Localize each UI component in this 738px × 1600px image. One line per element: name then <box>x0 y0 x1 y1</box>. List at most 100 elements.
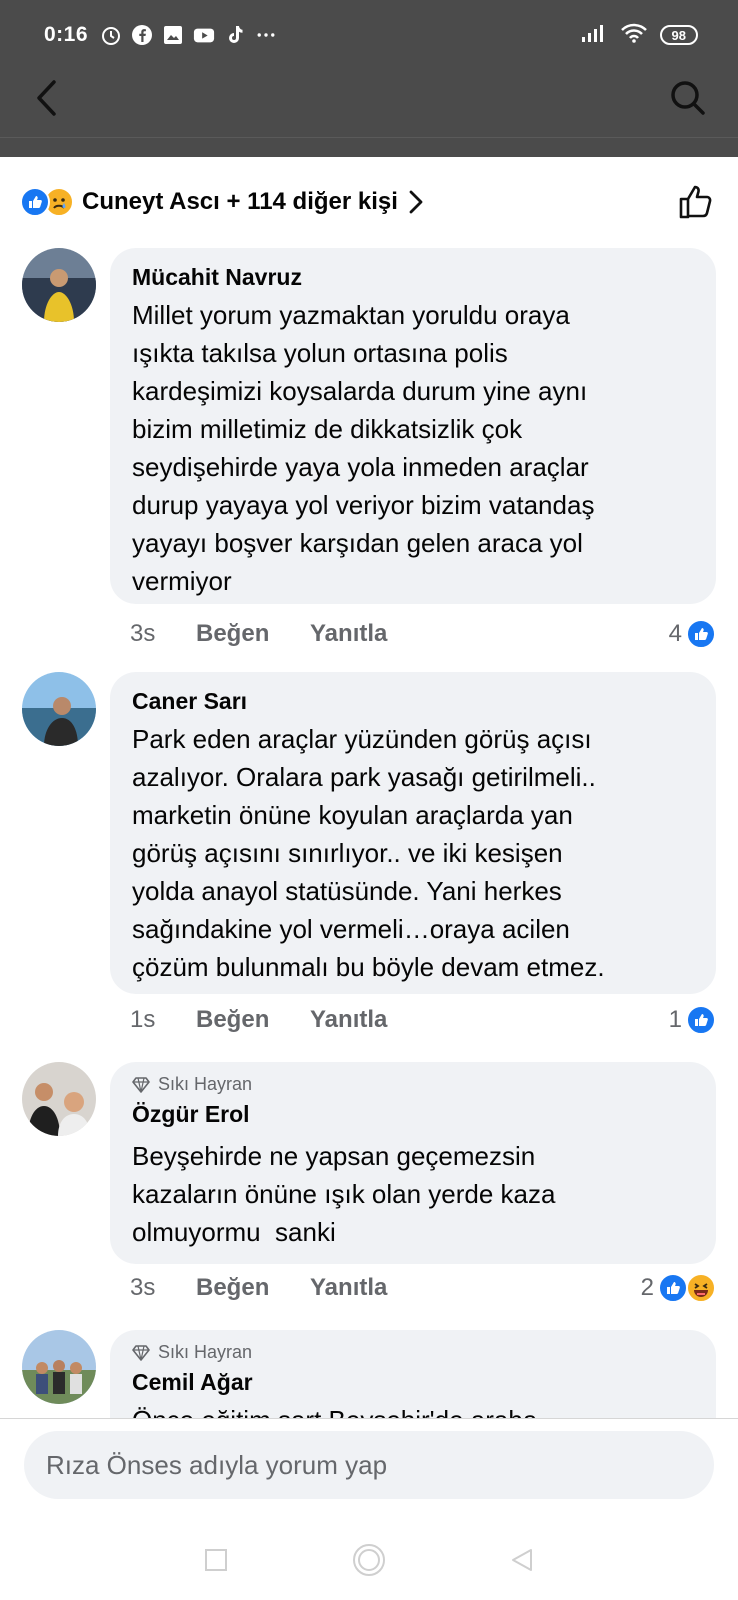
back-chevron-icon <box>37 80 56 116</box>
like-reaction-icon <box>20 187 50 217</box>
badge-label: Sıkı Hayran <box>158 1074 253 1094</box>
like-reaction-icon <box>686 1005 716 1035</box>
comment-bubble[interactable]: Mücahit Navruz Millet yorum yazmaktan yo… <box>110 248 716 604</box>
system-nav-bar <box>0 1520 738 1600</box>
status-time: 0:16 <box>44 23 89 46</box>
status-right: 98 <box>580 22 698 49</box>
comment-actions: 1s Beğen Yanıtla 1 <box>130 1000 716 1040</box>
comment-author[interactable]: Cemil Ağar <box>132 1365 694 1399</box>
comment-text: Millet yorum yazmaktan yoruldu oraya ışı… <box>132 296 694 600</box>
reply-button[interactable]: Yanıtla <box>310 1274 387 1302</box>
comment-author[interactable]: Mücahit Navruz <box>132 260 694 294</box>
comment-line: yayayı boşver karşıdan gelen araca yol <box>132 528 583 558</box>
comment-line: çözüm bulunmalı bu böyle devam etmez. <box>132 952 605 982</box>
app-bar <box>0 70 738 130</box>
comment-line: bizim milletimiz de dikkatsizlik çok <box>132 414 523 444</box>
comment-text: Önce eğitim sart Beysehir'de araba <box>132 1401 694 1418</box>
battery-indicator: 98 <box>659 25 698 45</box>
comment-line: kardeşimizi koysalarda durum yine aynı <box>132 376 588 406</box>
comment-bubble[interactable]: Sıkı Hayran Özgür Erol Beyşehirde ne yap… <box>110 1062 716 1264</box>
reply-button[interactable]: Yanıtla <box>310 1006 387 1034</box>
signal-icon <box>580 22 608 49</box>
comment-input[interactable]: Rıza Önses adıyla yorum yap <box>24 1431 714 1499</box>
recent-apps-icon <box>205 1549 227 1571</box>
comment-time: 3s <box>130 1274 156 1301</box>
comment-actions: 3s Beğen Yanıtla 4 <box>130 614 716 654</box>
comment-reactions[interactable]: 2 <box>641 1273 716 1303</box>
like-comment-button[interactable]: Beğen <box>196 620 310 648</box>
facebook-icon <box>131 24 153 46</box>
tiktok-icon <box>224 24 246 46</box>
comment-text: Beyşehirde ne yapsan geçemezsin kazaları… <box>132 1137 694 1251</box>
search-button[interactable] <box>664 74 712 122</box>
comment-line: Beyşehirde ne yapsan geçemezsin <box>132 1141 536 1171</box>
comment-line: durup yayaya yol veriyor bizim vatandaş <box>132 490 595 520</box>
search-icon <box>671 81 705 115</box>
notification-icons <box>100 24 277 46</box>
home-icon <box>353 1544 385 1576</box>
comment-time: 3s <box>130 620 156 647</box>
like-reaction-icon <box>686 619 716 649</box>
like-comment-button[interactable]: Beğen <box>196 1006 310 1034</box>
comment-line: marketin önüne koyulan araçlarda yan <box>132 800 573 830</box>
like-reaction-icon <box>658 1273 688 1303</box>
comment-line: Millet yorum yazmaktan yoruldu oraya <box>132 300 570 330</box>
wifi-icon <box>620 22 648 49</box>
recent-apps-button[interactable] <box>194 1538 238 1582</box>
comment-time: 1s <box>130 1006 156 1033</box>
home-button[interactable] <box>347 1538 391 1582</box>
comment-line: kazaların önüne ışık olan yerde kaza <box>132 1179 556 1209</box>
back-button[interactable] <box>26 74 66 122</box>
diamond-icon <box>132 1076 150 1093</box>
comment-line: görüş açısını sınırlıyor.. ve iki kesişe… <box>132 838 563 868</box>
comment-reactions[interactable]: 1 <box>669 1005 716 1035</box>
reaction-icons <box>20 187 74 217</box>
comment-bubble[interactable]: Caner Sarı Park eden araçlar yüzünden gö… <box>110 672 716 994</box>
gallery-icon <box>162 24 184 46</box>
comment-line: ışıkta takılsa yolun ortasına polis <box>132 338 508 368</box>
reactions-summary-text: Cuneyt Ascı + 114 diğer kişi <box>82 188 398 215</box>
top-bar: 0:16 98 <box>0 0 738 137</box>
youtube-icon <box>193 24 215 46</box>
reaction-count: 2 <box>640 1274 654 1301</box>
comment-bubble[interactable]: Sıkı Hayran Cemil Ağar Önce eğitim sart … <box>110 1330 716 1418</box>
comment-line: Önce eğitim sart Beysehir'de araba <box>132 1401 694 1418</box>
avatar[interactable] <box>22 1330 96 1404</box>
comment-line: azalıyor. Oralara park yasağı getirilmel… <box>132 762 596 792</box>
comment-composer-bar: Rıza Önses adıyla yorum yap <box>0 1418 738 1530</box>
comment-reactions[interactable]: 4 <box>669 619 716 649</box>
diamond-icon <box>132 1344 150 1361</box>
nav-back-button[interactable] <box>500 1538 544 1582</box>
comment-author[interactable]: Özgür Erol <box>132 1097 694 1131</box>
top-fan-badge: Sıkı Hayran <box>132 1074 694 1095</box>
back-triangle-icon <box>512 1549 532 1571</box>
like-post-button[interactable] <box>674 180 718 224</box>
comment-line: vermiyor <box>132 566 232 596</box>
comment-line: yolda anayol statüsünde. Yani herkes <box>132 876 562 906</box>
comment-line: sağındakine yol vermeli…oraya acilen <box>132 914 570 944</box>
top-fan-badge: Sıkı Hayran <box>132 1342 694 1363</box>
reply-button[interactable]: Yanıtla <box>310 620 387 648</box>
comment-text: Park eden araçlar yüzünden görüş açısı a… <box>132 720 694 986</box>
alarm-icon <box>100 24 122 46</box>
avatar[interactable] <box>22 248 96 322</box>
avatar[interactable] <box>22 672 96 746</box>
status-bar: 0:16 98 <box>44 18 698 52</box>
header-divider <box>0 137 738 157</box>
haha-reaction-icon <box>686 1273 716 1303</box>
reaction-count: 1 <box>668 1006 682 1033</box>
comment-author[interactable]: Caner Sarı <box>132 684 694 718</box>
chevron-right-icon <box>408 189 424 215</box>
more-icon <box>255 24 277 46</box>
avatar[interactable] <box>22 1062 96 1136</box>
reactions-summary[interactable]: Cuneyt Ascı + 114 diğer kişi <box>20 178 718 226</box>
comment: Sıkı Hayran Cemil Ağar Önce eğitim sart … <box>22 1330 716 1418</box>
comment-line: Park eden araçlar yüzünden görüş açısı <box>132 724 592 754</box>
comment-line: olmuyormu sanki <box>132 1217 336 1247</box>
badge-label: Sıkı Hayran <box>158 1342 253 1362</box>
thumbs-up-outline-icon <box>679 185 712 219</box>
comment-line: seydişehirde yaya yola inmeden araçlar <box>132 452 589 482</box>
reaction-count: 4 <box>668 620 682 647</box>
like-comment-button[interactable]: Beğen <box>196 1274 310 1302</box>
comment-actions: 3s Beğen Yanıtla 2 <box>130 1268 716 1308</box>
